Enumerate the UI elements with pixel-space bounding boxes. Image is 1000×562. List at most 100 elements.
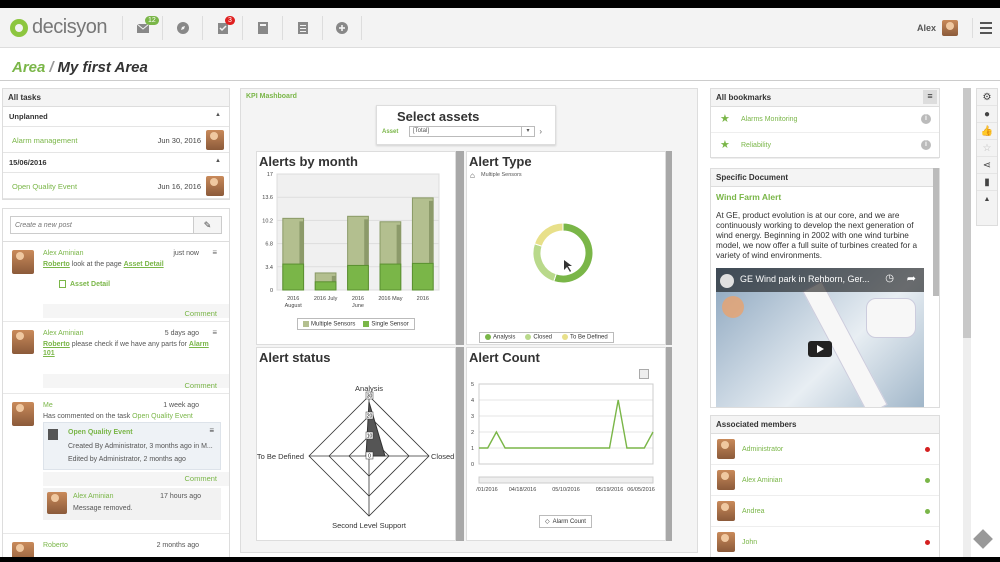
bookmark-icon[interactable]: ▮ (977, 174, 997, 191)
resize-handle[interactable] (456, 347, 464, 541)
feed-menu-icon[interactable]: ≡ (212, 248, 217, 257)
clock-icon[interactable]: ◷ (885, 273, 894, 284)
info-icon[interactable]: i (921, 140, 931, 150)
alert-type-chart (532, 222, 594, 284)
radar-axis-label: Analysis (355, 384, 383, 393)
legend-item[interactable]: Analysis (485, 334, 515, 341)
member-avatar (717, 439, 735, 459)
feed-item: Me 1 week ago Has commented on the task … (3, 394, 229, 534)
share-icon[interactable]: ➦ (907, 272, 916, 285)
attachment-link[interactable]: Asset Detail (59, 280, 110, 288)
legend-item[interactable]: Single Sensor (363, 320, 409, 327)
bookmarks-menu-icon[interactable]: ≡ (923, 90, 937, 104)
new-post-input[interactable] (11, 217, 193, 233)
alert-count-chart: 0 1 2 3 4 5/01/2016 04/18/2016 05/10/2016 05/19/… (471, 382, 655, 493)
feed-text: Roberto please check if we have any part… (43, 340, 213, 358)
collapse-icon[interactable]: ▲ (215, 158, 221, 164)
messages-button[interactable]: 12 (122, 16, 162, 40)
feed-item: Alex Aminian 5 days ago ≡ Roberto please… (3, 322, 229, 394)
legend-item[interactable]: ◇ Alarm Count (545, 518, 586, 525)
task-row[interactable]: Open Quality Event Jun 16, 2016 (3, 173, 229, 199)
comment-button[interactable]: Comment (184, 381, 217, 390)
collapse-up-icon[interactable]: ▲ (977, 191, 997, 208)
top-black-bar (0, 0, 1000, 8)
book-button[interactable] (242, 16, 282, 40)
bookmark-item[interactable]: ★ Alarms Monitoring i (711, 107, 939, 133)
resize-handle[interactable] (666, 151, 672, 345)
hamburger-menu-button[interactable] (972, 18, 992, 38)
chart-legend[interactable]: ◇ Alarm Count (539, 515, 592, 528)
task-link[interactable]: Open Quality Event (132, 413, 193, 420)
settings-icon[interactable]: ⚙ (977, 89, 997, 106)
bookmark-item[interactable]: ★ Reliability i (711, 133, 939, 159)
radar-axis-label: Second Level Support (332, 521, 407, 530)
bookmark-label[interactable]: Alarms Monitoring (741, 116, 797, 123)
legend-item[interactable]: Multiple Sensors (303, 320, 355, 327)
comment-button[interactable]: Comment (184, 474, 217, 483)
new-post-box: ✎ (10, 216, 222, 234)
star-outline-icon[interactable]: ☆ (977, 140, 997, 157)
resize-handle[interactable] (456, 151, 464, 345)
task-group-date[interactable]: 15/06/2016 ▲ (3, 153, 229, 173)
x-tick-label-2: June (352, 303, 364, 309)
member-name[interactable]: Administrator (742, 446, 783, 453)
feed-menu-icon[interactable]: ≡ (212, 328, 217, 337)
document-button[interactable] (282, 16, 322, 40)
page-scrollbar[interactable] (963, 88, 971, 558)
document-body: At GE, product evolution is at our core,… (716, 211, 918, 260)
mention-link[interactable]: Roberto (43, 341, 70, 348)
feed-author[interactable]: Alex Aminian (43, 330, 83, 337)
chat-icon[interactable] (973, 529, 993, 549)
document-title[interactable]: Wind Farm Alert (716, 192, 781, 202)
play-button[interactable] (808, 341, 832, 357)
feed-author[interactable]: Me (43, 402, 53, 409)
video-player[interactable]: GE Wind park in Rehborn, Ger... ◷ ➦ (716, 268, 924, 407)
legend-item[interactable]: To Be Defined (562, 334, 608, 341)
member-name[interactable]: Alex Aminian (742, 477, 782, 484)
share-icon[interactable]: ⋖ (977, 157, 997, 174)
task-group-unplanned[interactable]: Unplanned ▲ (3, 107, 229, 127)
y-tick-label: 0 (270, 288, 273, 294)
reply-author[interactable]: Alex Aminian (73, 493, 113, 500)
explore-button[interactable] (162, 16, 202, 40)
breadcrumb-area-link[interactable]: Area (12, 59, 45, 76)
feed-author[interactable]: Alex Aminian (43, 250, 83, 257)
comment-button[interactable]: Comment (184, 309, 217, 318)
bookmarks-header: All bookmarks ≡ (711, 89, 939, 107)
nested-menu-icon[interactable]: ≡ (209, 426, 214, 435)
member-row[interactable]: Alex Aminian (711, 465, 939, 496)
member-name[interactable]: Andrea (742, 508, 765, 515)
feed-author[interactable]: Roberto (43, 542, 68, 549)
add-button[interactable] (322, 16, 362, 40)
nested-task-title[interactable]: Open Quality Event (68, 429, 133, 436)
chart-legend: Multiple Sensors Single Sensor (297, 318, 415, 330)
next-icon[interactable]: › (539, 127, 542, 136)
member-row[interactable]: Administrator (711, 434, 939, 465)
user-icon[interactable]: ● (977, 106, 997, 123)
asset-select[interactable]: [Total] (409, 126, 535, 137)
info-icon[interactable]: i (921, 114, 931, 124)
like-icon[interactable]: 👍 (977, 123, 997, 140)
user-menu[interactable]: Alex (917, 20, 958, 36)
bookmark-label[interactable]: Reliability (741, 142, 771, 149)
nested-edited: Edited by Administrator, 2 months ago (68, 456, 186, 463)
resize-handle[interactable] (666, 347, 672, 541)
legend-item[interactable]: Closed (525, 334, 552, 341)
mention-link[interactable]: Roberto (43, 261, 70, 268)
edit-post-button[interactable]: ✎ (193, 217, 221, 233)
social-feed-panel: ✎ Alex Aminian just now ≡ Roberto look a… (2, 208, 230, 558)
member-name[interactable]: John (742, 539, 757, 546)
task-name[interactable]: Alarm management (12, 136, 77, 145)
collapse-icon[interactable]: ▲ (215, 112, 221, 118)
y-tick-label: 6.8 (265, 242, 273, 248)
member-row[interactable]: John (711, 527, 939, 557)
document-scrollbar[interactable] (933, 168, 939, 296)
logo[interactable]: decisyon (10, 16, 107, 39)
radar-tick-label: 10 (367, 434, 373, 440)
member-row[interactable]: Andrea (711, 496, 939, 527)
tasks-button[interactable]: 3 (202, 16, 242, 40)
status-dot (925, 478, 930, 483)
task-row[interactable]: Alarm management Jun 30, 2016 (3, 127, 229, 153)
page-link[interactable]: Asset Detail (124, 261, 164, 268)
task-name[interactable]: Open Quality Event (12, 182, 77, 191)
